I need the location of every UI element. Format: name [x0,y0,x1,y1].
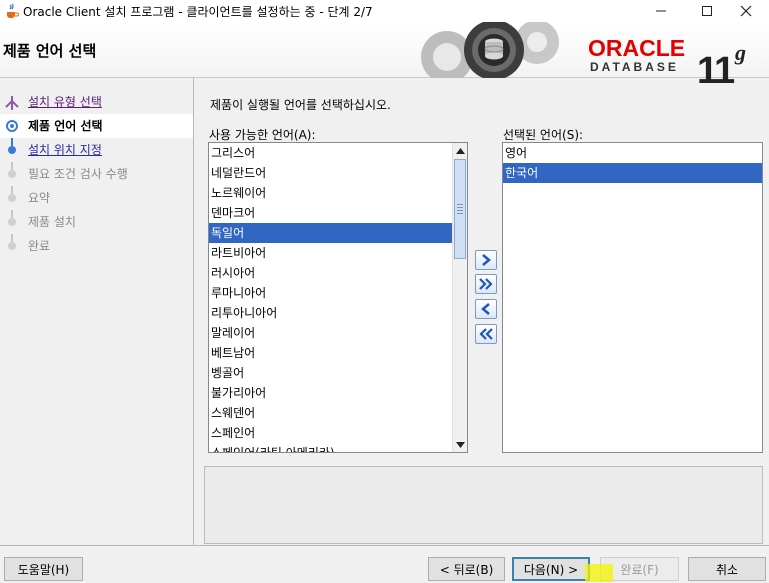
available-language-item[interactable]: 노르웨이어 [209,183,454,203]
remove-language-button[interactable] [475,299,497,319]
step-label: 설치 위치 지정 [28,143,102,157]
yellow-highlight-mark [585,564,613,582]
add-all-languages-button[interactable] [475,274,497,294]
remove-all-languages-button[interactable] [475,324,497,344]
available-language-item[interactable]: 루마니아어 [209,283,454,303]
version-logo-suffix: g [735,40,746,65]
current-step-icon [6,120,18,132]
available-language-item[interactable]: 벵골어 [209,363,454,383]
step-install-location[interactable]: 설치 위치 지정 [0,138,194,162]
selected-languages-label: 선택된 언어(S): [503,128,584,142]
database-logo-text: DATABASE [590,60,679,74]
step-install-product: 제품 설치 [0,210,194,234]
version-logo: 11 [697,50,735,92]
available-language-item[interactable]: 리투아니아어 [209,303,454,323]
available-language-item[interactable]: 그리스어 [209,143,454,163]
help-button[interactable]: 도움말(H) [4,557,83,581]
step-label: 필요 조건 검사 수행 [28,167,128,181]
available-language-item[interactable]: 스웨덴어 [209,403,454,423]
available-language-item[interactable]: 불가리아어 [209,383,454,403]
arrow-down-icon [456,441,465,448]
step-summary: 요약 [0,186,194,210]
scroll-down-button[interactable] [453,437,467,452]
steps-panel: 설치 유형 선택 제품 언어 선택 설치 위치 지정 필요 조건 검사 수행 요… [0,90,194,258]
step-dot-icon [8,146,16,154]
arrow-right-icon [482,254,491,266]
arrow-left-icon [481,303,490,315]
oracle-logo: ORACLE [588,35,686,61]
available-languages-label: 사용 가능한 언어(A): [209,128,316,142]
back-button[interactable]: < 뒤로(B) [428,557,505,581]
add-language-button[interactable] [475,250,497,270]
panel-divider [193,78,194,545]
step-dot-icon [8,194,16,202]
gears-graphic-icon [421,22,559,78]
close-icon [740,5,752,17]
description-panel [204,466,763,544]
step-label: 설치 유형 선택 [28,95,102,109]
next-button[interactable]: 다음(N) > [512,557,590,581]
scroll-up-button[interactable] [453,143,467,158]
minimize-button[interactable] [638,0,684,22]
available-language-item[interactable]: 스페인어(라틴 아메리카) [209,443,454,452]
header-banner: 제품 언어 선택 ORACLE DATABASE 11 g [0,22,769,90]
vertical-scrollbar[interactable] [452,143,467,452]
title-bar: Oracle Client 설치 프로그램 - 클라이언트를 설정하는 중 - … [0,0,769,22]
step-label: 완료 [28,239,51,253]
footer-divider [0,545,769,546]
step-finish: 완료 [0,234,194,258]
step-install-type[interactable]: 설치 유형 선택 [0,90,194,114]
step-dot-icon [8,218,16,226]
cancel-button[interactable]: 취소 [688,557,766,581]
available-language-item[interactable]: 베트남어 [209,343,454,363]
close-button[interactable] [723,0,769,22]
available-language-item[interactable]: 말레이어 [209,323,454,343]
available-language-item[interactable]: 덴마크어 [209,203,454,223]
java-cup-icon [7,3,19,18]
double-arrow-left-icon [479,328,493,340]
window-title: Oracle Client 설치 프로그램 - 클라이언트를 설정하는 중 - … [23,5,373,19]
available-language-item[interactable]: 러시아어 [209,263,454,283]
selected-languages-list[interactable]: 영어 한국어 [502,142,763,453]
step-dot-icon [8,242,16,250]
double-arrow-right-icon [479,278,493,290]
page-title: 제품 언어 선택 [3,42,97,60]
step-label: 제품 언어 선택 [28,119,103,133]
minimize-icon [656,10,666,12]
done-step-icon [5,96,19,110]
available-languages-list[interactable]: 그리스어 네덜란드어 노르웨이어 덴마크어 독일어 라트비아어 러시아어 루마니아어 리투아니아… [208,142,468,453]
step-dot-icon [8,170,16,178]
maximize-icon [702,6,712,16]
scrollbar-thumb[interactable] [454,159,466,259]
available-language-item[interactable]: 스페인어 [209,423,454,443]
step-product-language: 제품 언어 선택 [0,114,194,138]
step-label: 요약 [28,191,51,205]
step-prerequisite-checks: 필요 조건 검사 수행 [0,162,194,186]
instruction-text: 제품이 실행될 언어를 선택하십시오. [210,98,391,112]
selected-language-item[interactable]: 영어 [503,143,762,163]
available-language-item[interactable]: 네덜란드어 [209,163,454,183]
selected-language-item[interactable]: 한국어 [503,163,762,183]
available-language-item[interactable]: 독일어 [209,223,454,243]
step-label: 제품 설치 [28,215,76,229]
arrow-up-icon [456,147,465,154]
available-language-item[interactable]: 라트비아어 [209,243,454,263]
